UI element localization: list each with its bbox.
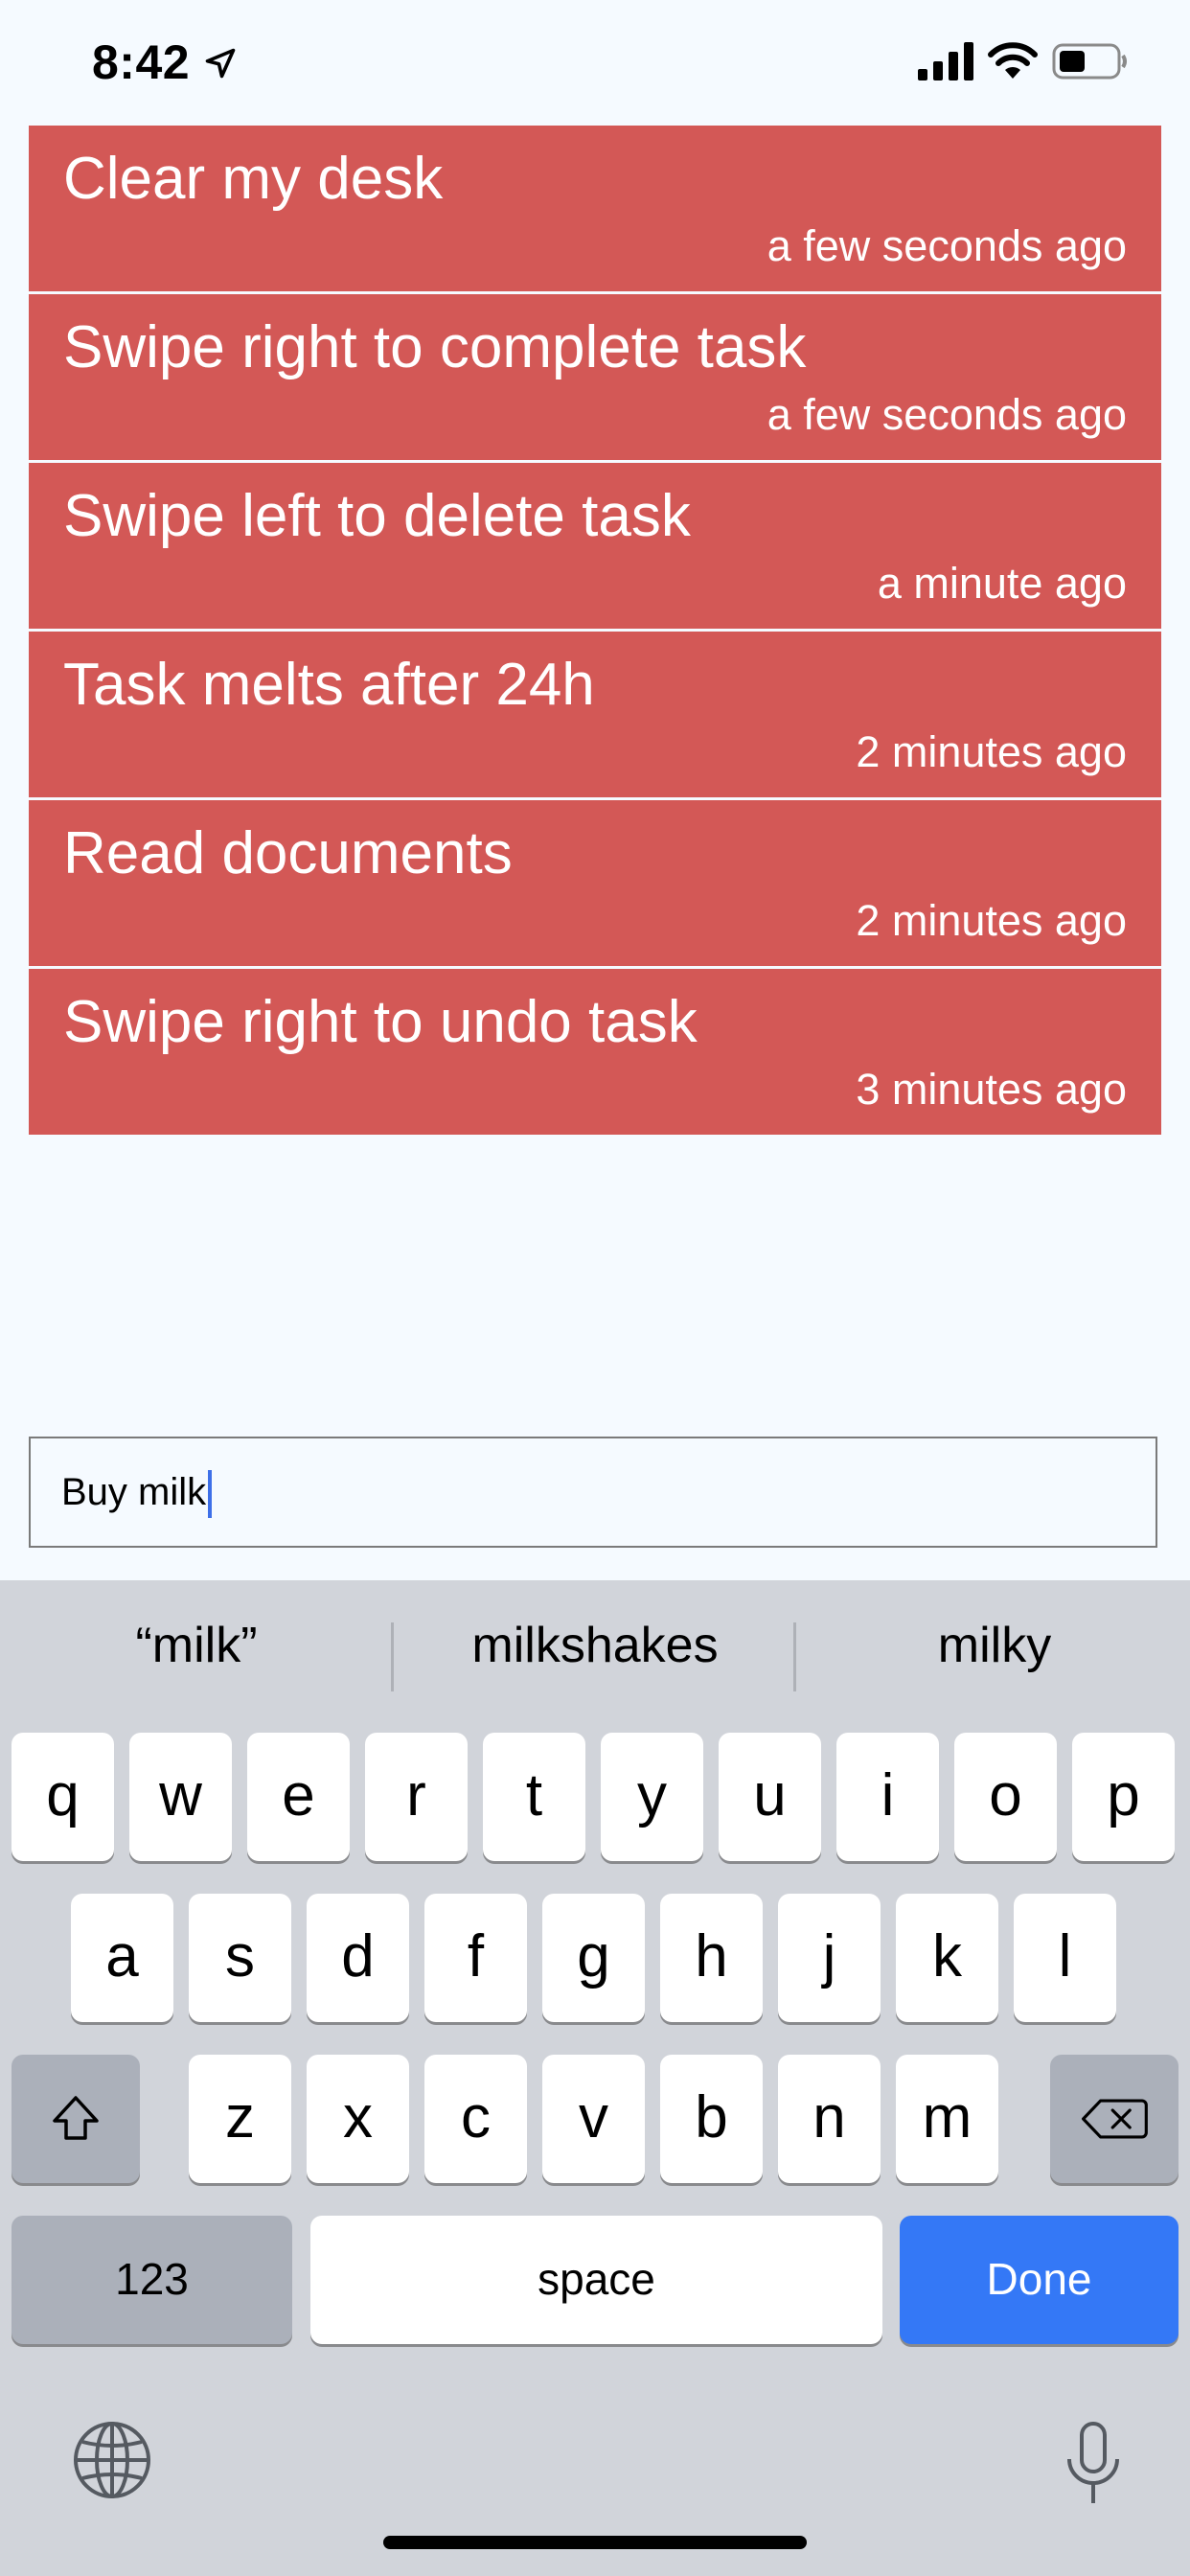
task-timestamp: 2 minutes ago bbox=[856, 727, 1127, 776]
new-task-input[interactable]: Buy milk bbox=[29, 1437, 1157, 1548]
status-time: 8:42 bbox=[92, 35, 191, 89]
key-b[interactable]: b bbox=[660, 2055, 763, 2183]
task-item[interactable]: Task melts after 24h 2 minutes ago bbox=[29, 632, 1161, 800]
key-l[interactable]: l bbox=[1014, 1894, 1116, 2022]
key-n[interactable]: n bbox=[778, 2055, 881, 2183]
task-list: Clear my desk a few seconds ago Swipe ri… bbox=[29, 126, 1161, 1135]
key-z[interactable]: z bbox=[189, 2055, 291, 2183]
key-e[interactable]: e bbox=[247, 1733, 350, 1861]
suggestion-2[interactable]: milkshakes bbox=[403, 1617, 787, 1674]
key-r[interactable]: r bbox=[365, 1733, 468, 1861]
numbers-key[interactable]: 123 bbox=[11, 2216, 292, 2344]
suggestion-3[interactable]: milky bbox=[803, 1617, 1186, 1674]
task-item[interactable]: Clear my desk a few seconds ago bbox=[29, 126, 1161, 294]
task-title: Clear my desk bbox=[63, 146, 444, 212]
done-key[interactable]: Done bbox=[900, 2216, 1179, 2344]
task-item[interactable]: Swipe right to undo task 3 minutes ago bbox=[29, 969, 1161, 1135]
task-timestamp: 3 minutes ago bbox=[856, 1065, 1127, 1114]
task-title: Read documents bbox=[63, 820, 513, 886]
key-q[interactable]: q bbox=[11, 1733, 114, 1861]
task-item[interactable]: Swipe right to complete task a few secon… bbox=[29, 294, 1161, 463]
key-g[interactable]: g bbox=[542, 1894, 645, 2022]
task-timestamp: a few seconds ago bbox=[767, 390, 1127, 439]
shift-key[interactable] bbox=[11, 2055, 140, 2183]
backspace-key[interactable] bbox=[1050, 2055, 1179, 2183]
cellular-signal-icon bbox=[918, 42, 973, 80]
space-key[interactable]: space bbox=[310, 2216, 882, 2344]
key-a[interactable]: a bbox=[71, 1894, 173, 2022]
key-u[interactable]: u bbox=[719, 1733, 821, 1861]
key-k[interactable]: k bbox=[896, 1894, 998, 2022]
task-timestamp: a minute ago bbox=[877, 559, 1127, 608]
key-t[interactable]: t bbox=[483, 1733, 585, 1861]
task-item[interactable]: Read documents 2 minutes ago bbox=[29, 800, 1161, 969]
new-task-input-value: Buy milk bbox=[61, 1471, 207, 1513]
shift-icon bbox=[53, 2096, 99, 2140]
key-p[interactable]: p bbox=[1072, 1733, 1175, 1861]
key-h[interactable]: h bbox=[660, 1894, 763, 2022]
microphone-icon[interactable] bbox=[1062, 2421, 1125, 2507]
key-s[interactable]: s bbox=[189, 1894, 291, 2022]
key-w[interactable]: w bbox=[129, 1733, 232, 1861]
task-timestamp: a few seconds ago bbox=[767, 221, 1127, 270]
task-timestamp: 2 minutes ago bbox=[856, 896, 1127, 945]
task-title: Swipe right to undo task bbox=[63, 989, 698, 1055]
task-title: Swipe left to delete task bbox=[63, 483, 691, 549]
task-title: Swipe right to complete task bbox=[63, 314, 807, 380]
key-d[interactable]: d bbox=[307, 1894, 409, 2022]
key-c[interactable]: c bbox=[424, 2055, 527, 2183]
key-x[interactable]: x bbox=[307, 2055, 409, 2183]
task-item[interactable]: Swipe left to delete task a minute ago bbox=[29, 463, 1161, 632]
key-j[interactable]: j bbox=[778, 1894, 881, 2022]
status-bar: 8:42 bbox=[0, 0, 1190, 126]
text-caret bbox=[208, 1470, 213, 1519]
key-y[interactable]: y bbox=[601, 1733, 703, 1861]
task-title: Task melts after 24h bbox=[63, 652, 595, 718]
wifi-icon bbox=[988, 42, 1038, 79]
location-arrow-icon bbox=[205, 48, 236, 79]
key-v[interactable]: v bbox=[542, 2055, 645, 2183]
backspace-icon bbox=[1082, 2099, 1148, 2139]
globe-icon[interactable] bbox=[71, 2419, 153, 2501]
home-indicator[interactable] bbox=[383, 2536, 807, 2549]
battery-icon bbox=[1052, 43, 1127, 80]
key-i[interactable]: i bbox=[836, 1733, 939, 1861]
suggestion-divider bbox=[391, 1622, 394, 1691]
key-m[interactable]: m bbox=[896, 2055, 998, 2183]
suggestion-divider bbox=[793, 1622, 796, 1691]
suggestion-1[interactable]: “milk” bbox=[5, 1617, 388, 1674]
key-o[interactable]: o bbox=[954, 1733, 1057, 1861]
key-f[interactable]: f bbox=[424, 1894, 527, 2022]
predictive-bar: “milk” milkshakes milky bbox=[0, 1580, 1190, 1724]
